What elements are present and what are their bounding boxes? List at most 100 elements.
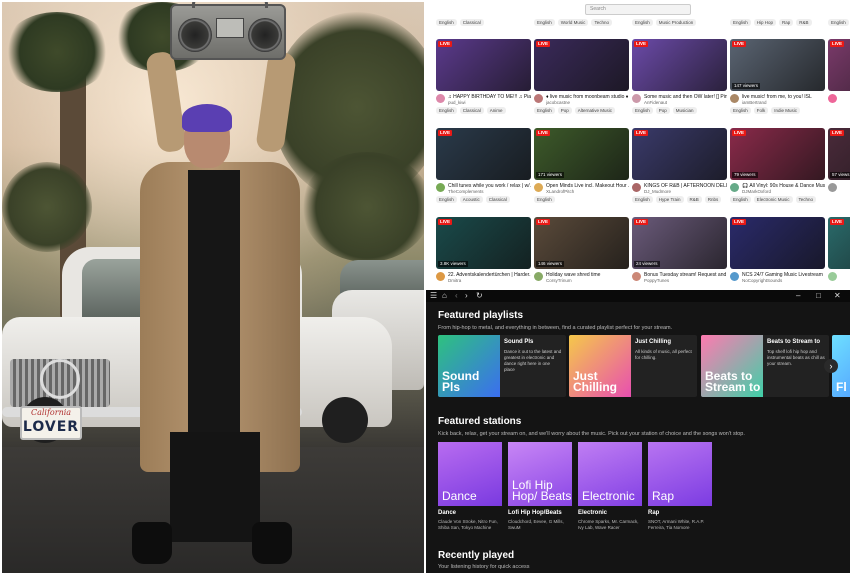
avatar[interactable] [828,272,837,281]
stream-thumbnail[interactable]: LIVE [436,39,531,91]
stream-card[interactable]: LIVE KINGS OF R&B | AFTERNOON DELIGH...DJ… [632,128,727,205]
playlist-art[interactable]: Sound Pls [438,335,500,397]
category-tag[interactable]: English [632,107,653,114]
channel-name[interactable]: AnFidenaut [644,100,727,106]
channel-name[interactable]: TheComplements [448,189,531,195]
category-tag[interactable]: English [730,196,751,203]
category-tag[interactable]: Alternative Music [574,107,616,114]
avatar[interactable] [436,183,445,192]
category-tag[interactable]: Rnbs [704,196,722,203]
channel-name[interactable]: CorsyTrinum [546,278,629,284]
stream-thumbnail[interactable]: LIVE [828,39,850,91]
close-icon[interactable]: ✕ [834,290,841,302]
channel-name[interactable]: jacobcastne [546,100,629,106]
category-tag[interactable]: English [730,19,751,26]
stream-thumbnail[interactable]: LIVE 79 viewers [730,128,825,180]
channel-name[interactable]: XLandrofPitch [546,189,629,195]
avatar[interactable] [534,272,543,281]
stream-card[interactable]: LIVE 3.8K viewers 22. Adventskalendertürch… [436,217,531,289]
playlist-art[interactable]: Beats to Stream to [701,335,763,397]
stream-card[interactable]: LIVE [828,217,850,289]
category-tag[interactable]: English [730,107,751,114]
playlist-name[interactable]: Sound Pls [504,339,533,345]
category-tag[interactable]: R&B [686,196,702,203]
stream-thumbnail[interactable]: LIVE 24 viewers [632,217,727,269]
category-tag[interactable]: English [436,107,457,114]
channel-name[interactable]: pud_kiwi [448,100,531,106]
stream-card[interactable]: LIVE 79 viewers 🎧 All Vinyl: 90s House & D… [730,128,825,205]
playlist-name[interactable]: Just Chilling [635,339,671,345]
category-tag[interactable]: Acoustic [459,196,483,203]
category-tag[interactable]: Musician [672,107,697,114]
channel-name[interactable]: Dmitra [448,278,531,284]
stream-thumbnail[interactable]: LIVE [534,39,629,91]
stream-card[interactable]: LIVE NCS 24/7 Gaming Music Livestream NoCo… [730,217,825,289]
avatar[interactable] [632,272,641,281]
category-tag[interactable]: Anime [486,107,506,114]
back-icon[interactable]: ‹ [455,290,458,302]
station-name[interactable]: Lofi Hip Hop/Beats [508,510,572,516]
stream-card[interactable]: LIVE 146 viewers Holiday wave shred time Co… [534,217,629,289]
category-tag[interactable]: Techno [795,196,817,203]
category-tag[interactable]: World Music [557,19,589,26]
station-art[interactable]: Dance [438,442,502,506]
playlist-name[interactable]: Beats to Stream to [767,339,820,345]
category-tag[interactable]: English [632,196,653,203]
stream-card[interactable]: LIVE 147 viewers live music! from me, to y… [730,39,825,116]
stream-card[interactable]: LIVE 57 views [828,128,850,205]
stream-card[interactable]: LIVE 24 viewers Bonus Tuesday stream! Requ… [632,217,727,289]
forward-icon[interactable]: › [465,290,468,302]
category-tag[interactable]: Classical [485,196,510,203]
category-tag[interactable]: English [436,196,457,203]
category-tag[interactable]: English [632,19,653,26]
playlist-art[interactable]: Just Chilling [569,335,631,397]
station-card[interactable]: Rap Rap SNOT, Armani White, R.A.P. Ferreir… [648,442,712,531]
stream-thumbnail[interactable]: LIVE 57 views [828,128,850,180]
minimize-icon[interactable]: – [796,290,800,302]
stream-thumbnail[interactable]: LIVE 147 viewers [730,39,825,91]
avatar[interactable] [730,183,739,192]
category-tag[interactable]: Classical [459,19,484,26]
stream-card[interactable]: LIVE [828,39,850,116]
category-tag[interactable]: English [436,19,457,26]
next-arrow-button[interactable]: › [824,359,838,373]
channel-name[interactable]: DJMarkOxford [742,189,825,195]
playlist-card[interactable]: Sound Pls Sound Pls Dance it out to the la… [438,335,566,397]
channel-name[interactable]: DJ_Mudmore [644,189,727,195]
stream-card[interactable]: LIVE ♦ live music from moonbeam studio ♦ … [534,39,629,116]
station-name[interactable]: Electronic [578,510,642,516]
category-tag[interactable]: Hip Hop [753,19,777,26]
stream-card[interactable]: LIVE Some music and then OW later! [] Pin… [632,39,727,116]
stream-thumbnail[interactable]: LIVE [730,217,825,269]
channel-name[interactable]: PoppyTunes [644,278,727,284]
station-art[interactable]: Electronic [578,442,642,506]
channel-name[interactable]: iamBertrand [742,100,825,106]
station-name[interactable]: Rap [648,510,712,516]
stream-thumbnail[interactable]: LIVE [436,128,531,180]
avatar[interactable] [436,94,445,103]
avatar[interactable] [730,94,739,103]
category-tag[interactable]: Folk [753,107,769,114]
station-name[interactable]: Dance [438,510,502,516]
stream-thumbnail[interactable]: LIVE [828,217,850,269]
station-card[interactable]: Electronic Electronic Chrome Sparks, Mr. C… [578,442,642,531]
avatar[interactable] [632,94,641,103]
home-icon[interactable]: ⌂ [442,290,447,302]
category-tag[interactable]: Classical [459,107,484,114]
category-tag[interactable]: English [828,19,849,26]
stream-card[interactable]: LIVE 171 viewers Open Minds Live incl. Mak… [534,128,629,205]
avatar[interactable] [534,183,543,192]
category-tag[interactable]: Techno [591,19,612,26]
station-art[interactable]: Lofi Hip Hop/ Beats [508,442,572,506]
avatar[interactable] [828,183,837,192]
avatar[interactable] [730,272,739,281]
category-tag[interactable]: Rap [779,19,794,26]
category-tag[interactable]: Pop [557,107,572,114]
search-input[interactable]: Search [585,4,691,15]
category-tag[interactable]: English [534,19,555,26]
stream-thumbnail[interactable]: LIVE 3.8K viewers [436,217,531,269]
category-tag[interactable]: English [534,107,555,114]
playlist-card[interactable]: Just Chilling Just Chilling All kinds of m… [569,335,697,397]
stream-thumbnail[interactable]: LIVE [632,39,727,91]
maximize-icon[interactable]: □ [816,290,821,302]
